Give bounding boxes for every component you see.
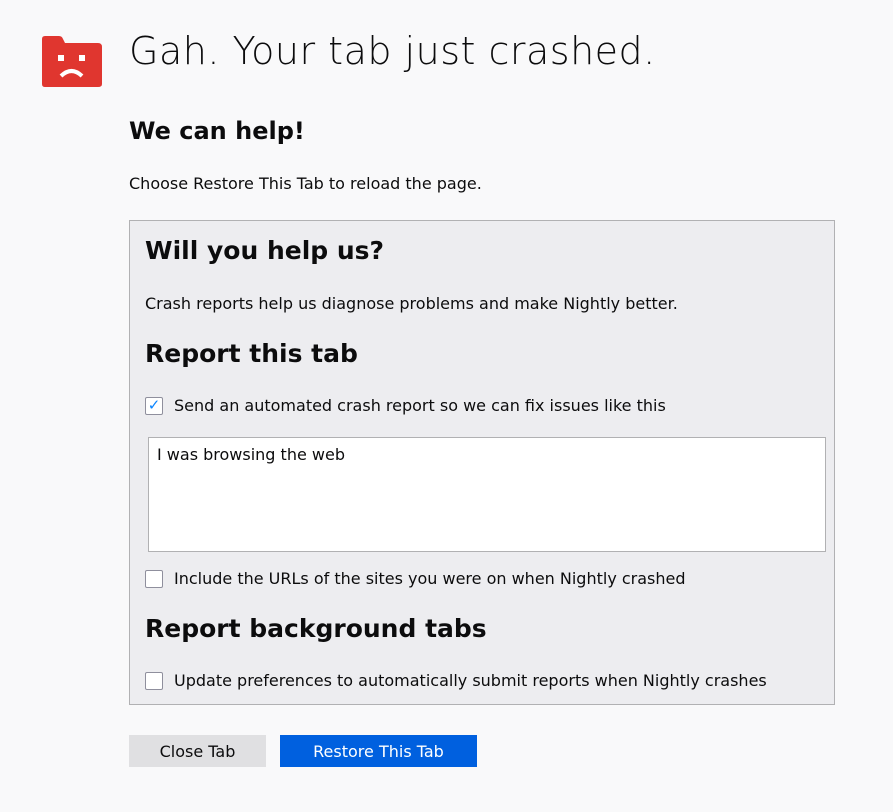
page-title: Gah. Your tab just crashed. <box>129 29 656 73</box>
crash-comment-input[interactable]: I was browsing the web <box>148 437 826 552</box>
report-heading: Will you help us? <box>145 236 385 265</box>
sad-tab-icon <box>42 36 102 87</box>
crash-report-panel: Will you help us? Crash reports help us … <box>129 220 835 705</box>
crash-page: Gah. Your tab just crashed. We can help!… <box>0 0 893 812</box>
report-tab-heading: Report this tab <box>145 339 358 368</box>
auto-submit-option[interactable]: Update preferences to automatically subm… <box>145 671 767 690</box>
close-tab-button[interactable]: Close Tab <box>129 735 266 767</box>
auto-submit-label: Update preferences to automatically subm… <box>174 671 767 690</box>
send-report-label: Send an automated crash report so we can… <box>174 396 666 415</box>
help-heading: We can help! <box>129 117 305 145</box>
include-urls-option[interactable]: Include the URLs of the sites you were o… <box>145 569 686 588</box>
send-report-option[interactable]: ✓ Send an automated crash report so we c… <box>145 396 666 415</box>
send-report-checkbox[interactable]: ✓ <box>145 396 163 415</box>
report-text: Crash reports help us diagnose problems … <box>145 294 678 313</box>
help-text: Choose Restore This Tab to reload the pa… <box>129 174 482 193</box>
checkmark-icon: ✓ <box>147 396 161 414</box>
restore-tab-button[interactable]: Restore This Tab <box>280 735 477 767</box>
auto-submit-checkbox[interactable] <box>145 671 163 690</box>
background-tabs-heading: Report background tabs <box>145 614 487 643</box>
include-urls-label: Include the URLs of the sites you were o… <box>174 569 686 588</box>
include-urls-checkbox[interactable] <box>145 569 163 588</box>
